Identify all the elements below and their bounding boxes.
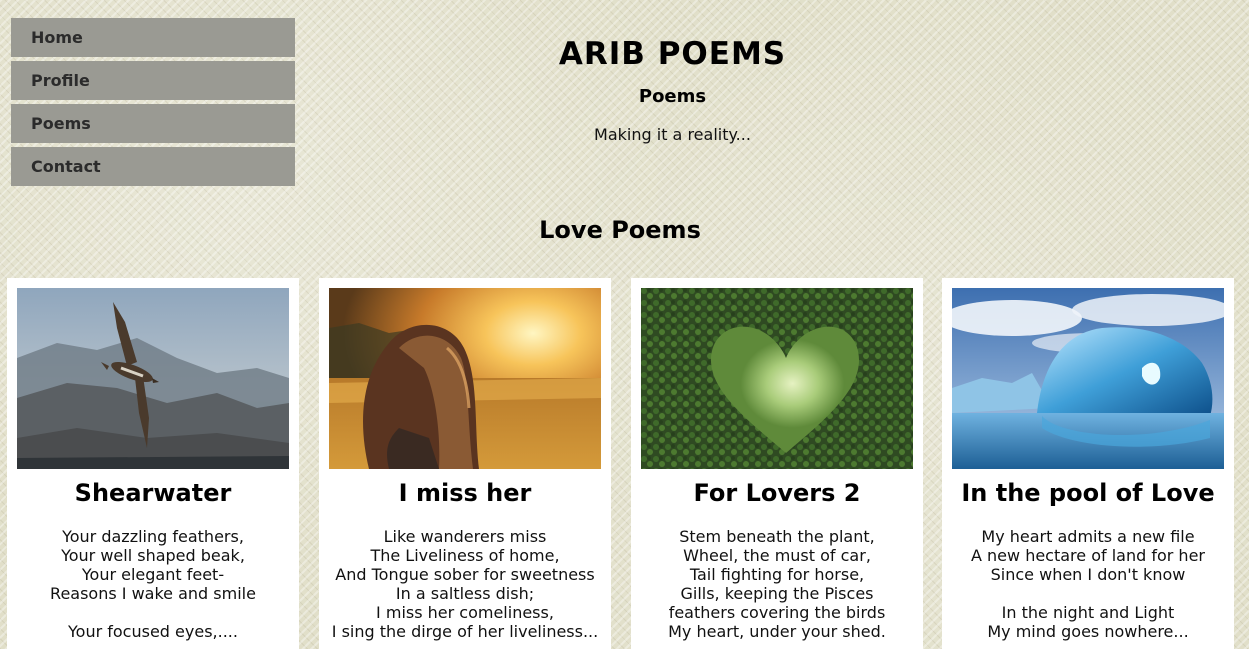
site-subtitle: Poems bbox=[638, 86, 707, 107]
card-body: Like wanderers miss The Liveliness of ho… bbox=[331, 527, 599, 641]
nav-item-poems[interactable]: Poems bbox=[11, 104, 295, 143]
card-body: Your dazzling feathers, Your well shaped… bbox=[50, 527, 256, 641]
heart-hedge-photo-icon bbox=[641, 288, 913, 469]
poem-card-i-miss-her[interactable]: I miss her Like wanderers miss The Livel… bbox=[319, 278, 611, 649]
page-header: ARIB POEMS Poems Making it a reality... bbox=[420, 30, 925, 144]
poem-card-for-lovers-2[interactable]: For Lovers 2 Stem beneath the plant, Whe… bbox=[631, 278, 923, 649]
section-heading: Love Poems bbox=[539, 216, 701, 244]
site-tagline: Making it a reality... bbox=[594, 125, 751, 144]
poem-card-in-the-pool-of-love[interactable]: In the pool of Love My heart admits a ne… bbox=[942, 278, 1234, 649]
site-title: ARIB POEMS bbox=[558, 36, 787, 72]
card-title: Shearwater bbox=[74, 479, 232, 507]
card-body: My heart admits a new file A new hectare… bbox=[971, 527, 1205, 641]
poem-card-grid: Shearwater Your dazzling feathers, Your … bbox=[7, 278, 1235, 649]
iceberg-photo-icon bbox=[952, 288, 1224, 469]
card-title: In the pool of Love bbox=[961, 479, 1215, 507]
seabird-photo-icon bbox=[17, 288, 289, 469]
girl-sunset-photo-icon bbox=[329, 288, 601, 469]
nav-item-home[interactable]: Home bbox=[11, 18, 295, 57]
card-body: Stem beneath the plant, Wheel, the must … bbox=[668, 527, 886, 641]
card-title: For Lovers 2 bbox=[693, 479, 861, 507]
poem-card-shearwater[interactable]: Shearwater Your dazzling feathers, Your … bbox=[7, 278, 299, 649]
nav-item-profile[interactable]: Profile bbox=[11, 61, 295, 100]
card-title: I miss her bbox=[398, 479, 532, 507]
sidebar-nav: Home Profile Poems Contact bbox=[11, 18, 295, 190]
nav-item-contact[interactable]: Contact bbox=[11, 147, 295, 186]
